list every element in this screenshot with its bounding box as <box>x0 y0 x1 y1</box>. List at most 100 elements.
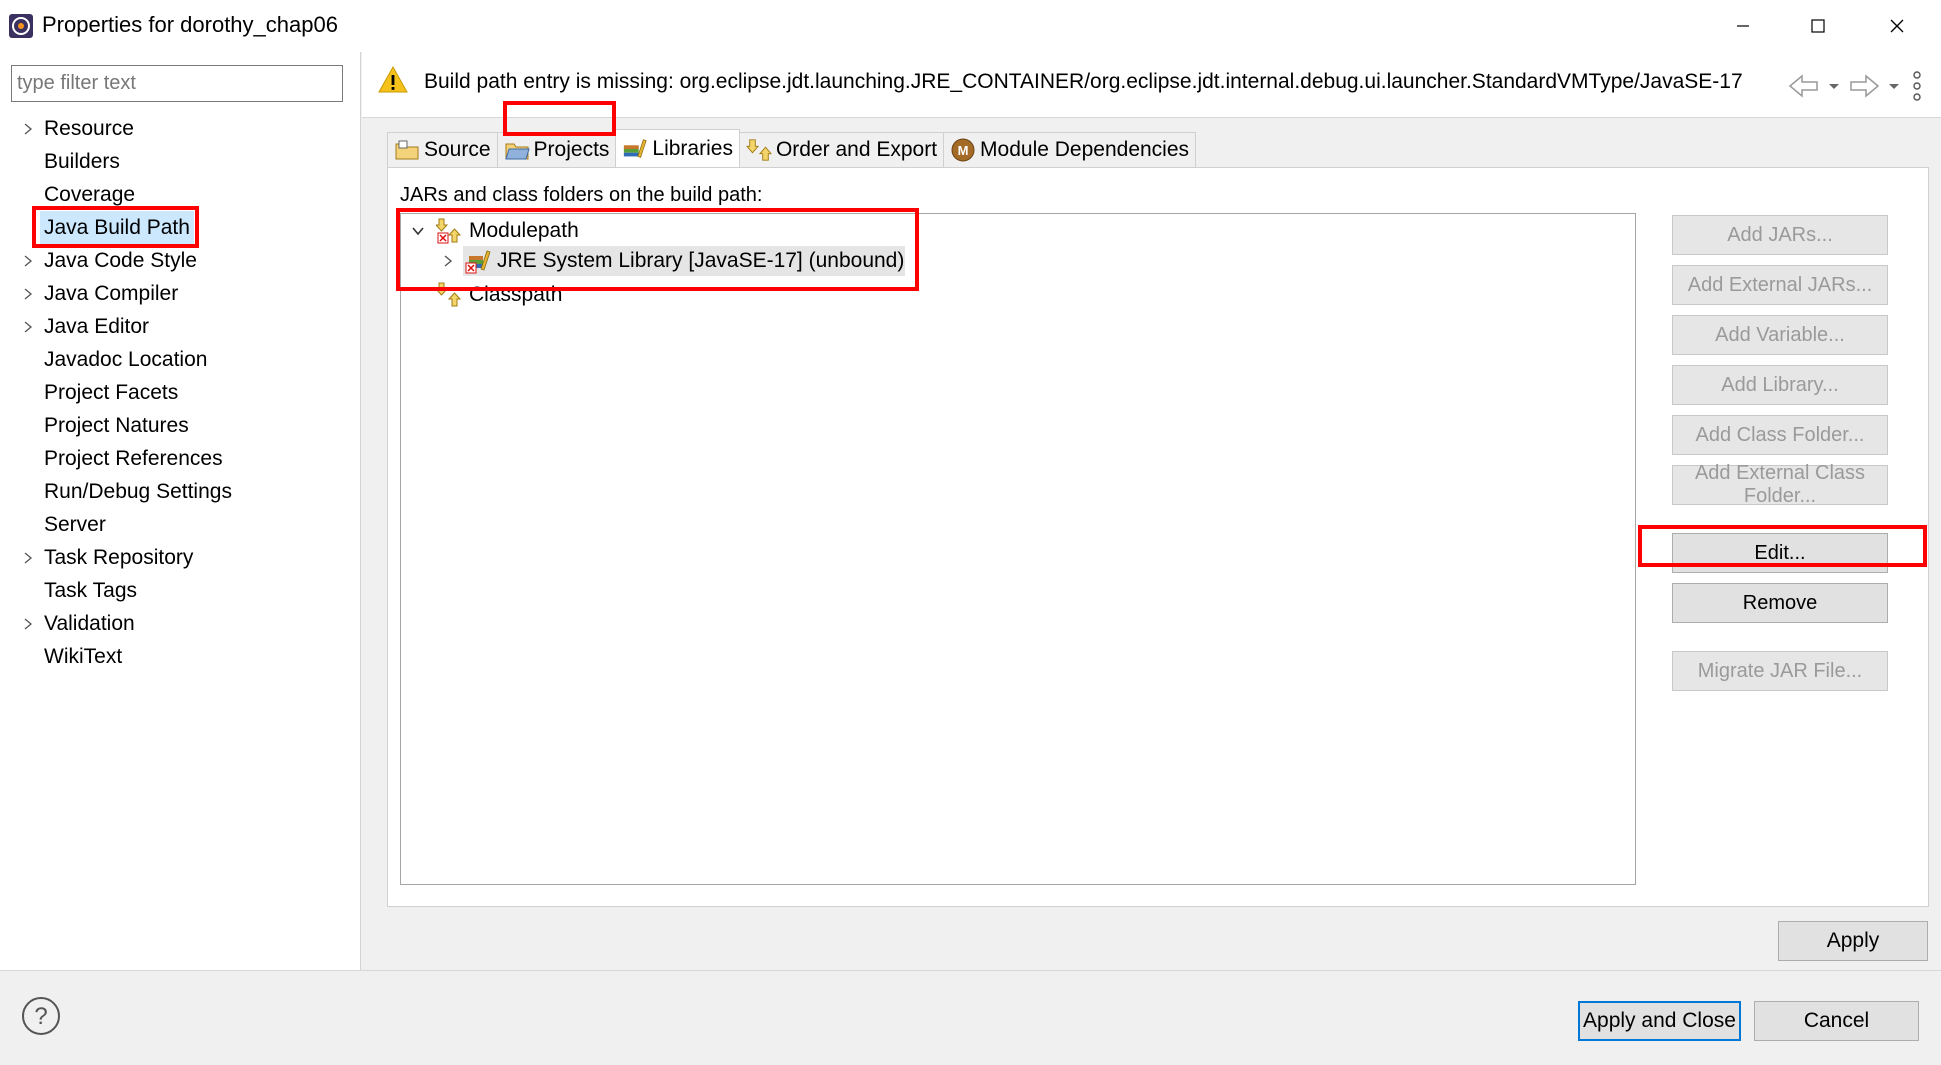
add-library-button[interactable]: Add Library... <box>1672 365 1888 405</box>
filter-input[interactable] <box>11 65 343 102</box>
jre-library-error-icon <box>465 250 491 274</box>
nav-item-label: Java Code Style <box>44 249 197 272</box>
tab-source[interactable]: Source <box>387 132 498 167</box>
title-bar: Properties for dorothy_chap06 <box>0 0 1941 52</box>
eclipse-app-icon <box>9 14 33 38</box>
nav-item-label: Task Tags <box>44 579 137 602</box>
nav-item-run-debug-settings[interactable]: Run/Debug Settings <box>0 475 361 508</box>
add-external-jars-button[interactable]: Add External JARs... <box>1672 265 1888 305</box>
edit-button[interactable]: Edit... <box>1672 533 1888 573</box>
nav-item-java-build-path[interactable]: Java Build Path <box>0 211 361 244</box>
back-arrow-icon[interactable] <box>1787 73 1821 99</box>
tab-order-and-export[interactable]: Order and Export <box>738 132 945 167</box>
tree-node-label: Modulepath <box>469 219 579 242</box>
tree-node-label: Classpath <box>469 283 563 306</box>
nav-item-label: WikiText <box>44 645 123 668</box>
tab-projects[interactable]: Projects <box>496 132 617 167</box>
chevron-down-icon[interactable] <box>411 226 425 236</box>
nav-item-task-repository[interactable]: Task Repository <box>0 541 361 574</box>
projects-icon <box>504 137 530 163</box>
tree-node-label: JRE System Library [JavaSE-17] (unbound) <box>497 249 905 272</box>
warning-icon <box>378 65 408 93</box>
nav-item-label: Project References <box>44 447 223 470</box>
chevron-right-icon[interactable] <box>20 607 36 640</box>
chevron-right-icon[interactable] <box>20 277 36 310</box>
build-path-caption: JARs and class folders on the build path… <box>400 184 763 206</box>
add-variable-button[interactable]: Add Variable... <box>1672 315 1888 355</box>
add-class-folder-button[interactable]: Add Class Folder... <box>1672 415 1888 455</box>
nav-item-label: Java Compiler <box>44 282 179 305</box>
build-path-tabs: Source Projects Libraries Order and Expo… <box>387 129 1197 167</box>
chevron-right-icon[interactable] <box>20 541 36 574</box>
forward-dropdown-icon[interactable] <box>1887 73 1901 99</box>
remove-button[interactable]: Remove <box>1672 583 1888 623</box>
tab-label: Libraries <box>652 136 733 160</box>
minimize-icon <box>1737 25 1749 27</box>
nav-item-builders[interactable]: Builders <box>0 145 361 178</box>
build-path-tree[interactable]: Modulepath JRE System Library [JavaSE-17… <box>400 213 1636 885</box>
nav-item-project-references[interactable]: Project References <box>0 442 361 475</box>
nav-item-label: Coverage <box>44 183 136 206</box>
nav-item-java-editor[interactable]: Java Editor <box>0 310 361 343</box>
tab-libraries[interactable]: Libraries <box>615 129 740 167</box>
migrate-jar-file-button[interactable]: Migrate JAR File... <box>1672 651 1888 691</box>
nav-item-wikitext[interactable]: WikiText <box>0 640 361 673</box>
forward-arrow-icon[interactable] <box>1847 73 1881 99</box>
nav-item-label: Javadoc Location <box>44 348 208 371</box>
nav-item-project-facets[interactable]: Project Facets <box>0 376 361 409</box>
chevron-right-icon[interactable] <box>443 254 453 268</box>
nav-item-server[interactable]: Server <box>0 508 361 541</box>
nav-item-label: Validation <box>44 612 135 635</box>
nav-item-validation[interactable]: Validation <box>0 607 361 640</box>
nav-item-label: Task Repository <box>44 546 194 569</box>
preference-nav-pane: Resource Builders Coverage Java Build Pa… <box>0 52 361 970</box>
maximize-icon <box>1811 19 1825 33</box>
nav-item-project-natures[interactable]: Project Natures <box>0 409 361 442</box>
nav-item-java-code-style[interactable]: Java Code Style <box>0 244 361 277</box>
more-options-icon[interactable] <box>1907 70 1927 102</box>
svg-text:M: M <box>958 143 969 158</box>
back-dropdown-icon[interactable] <box>1827 73 1841 99</box>
tab-label: Order and Export <box>775 138 938 161</box>
nav-item-label: Project Facets <box>44 381 179 404</box>
tab-label: Module Dependencies <box>980 138 1190 161</box>
chevron-right-icon[interactable] <box>20 310 36 343</box>
properties-page: Build path entry is missing: org.eclipse… <box>362 52 1941 970</box>
nav-item-label: Run/Debug Settings <box>44 480 232 503</box>
nav-item-coverage[interactable]: Coverage <box>0 178 361 211</box>
nav-item-label: Builders <box>44 150 120 173</box>
nav-item-label: Project Natures <box>44 414 189 437</box>
build-path-error-message: Build path entry is missing: org.eclipse… <box>424 70 1743 93</box>
minimize-button[interactable] <box>1709 6 1777 46</box>
nav-item-label: Resource <box>44 117 134 140</box>
tab-module-dependencies[interactable]: M Module Dependencies <box>943 132 1197 167</box>
libraries-icon <box>622 136 648 162</box>
tree-node-modulepath[interactable]: Modulepath <box>401 216 801 246</box>
add-external-class-folder-button[interactable]: Add External Class Folder... <box>1672 462 1888 507</box>
tree-node-jre-system-library[interactable]: JRE System Library [JavaSE-17] (unbound) <box>401 246 921 276</box>
chevron-right-icon[interactable] <box>20 244 36 277</box>
nav-item-resource[interactable]: Resource <box>0 112 361 145</box>
apply-button[interactable]: Apply <box>1778 921 1928 961</box>
classpath-icon <box>436 282 462 307</box>
apply-and-close-button[interactable]: Apply and Close <box>1578 1001 1741 1041</box>
chevron-right-icon[interactable] <box>20 112 36 145</box>
window-title: Properties for dorothy_chap06 <box>42 12 338 37</box>
close-icon <box>1890 19 1904 33</box>
close-button[interactable] <box>1863 6 1931 46</box>
tree-node-classpath[interactable]: Classpath <box>401 280 801 310</box>
nav-item-javadoc-location[interactable]: Javadoc Location <box>0 343 361 376</box>
tab-label: Projects <box>533 138 610 161</box>
source-folder-icon <box>394 137 420 163</box>
help-icon[interactable]: ? <box>20 995 62 1037</box>
libraries-tab-panel: JARs and class folders on the build path… <box>387 167 1929 907</box>
maximize-button[interactable] <box>1784 6 1852 46</box>
nav-item-java-compiler[interactable]: Java Compiler <box>0 277 361 310</box>
cancel-button[interactable]: Cancel <box>1754 1001 1919 1041</box>
nav-item-task-tags[interactable]: Task Tags <box>0 574 361 607</box>
nav-item-label: Java Build Path <box>40 211 194 244</box>
header-nav-controls <box>1787 70 1927 102</box>
add-jars-button[interactable]: Add JARs... <box>1672 215 1888 255</box>
tab-label: Source <box>424 138 491 161</box>
page-header: Build path entry is missing: org.eclipse… <box>362 52 1941 118</box>
